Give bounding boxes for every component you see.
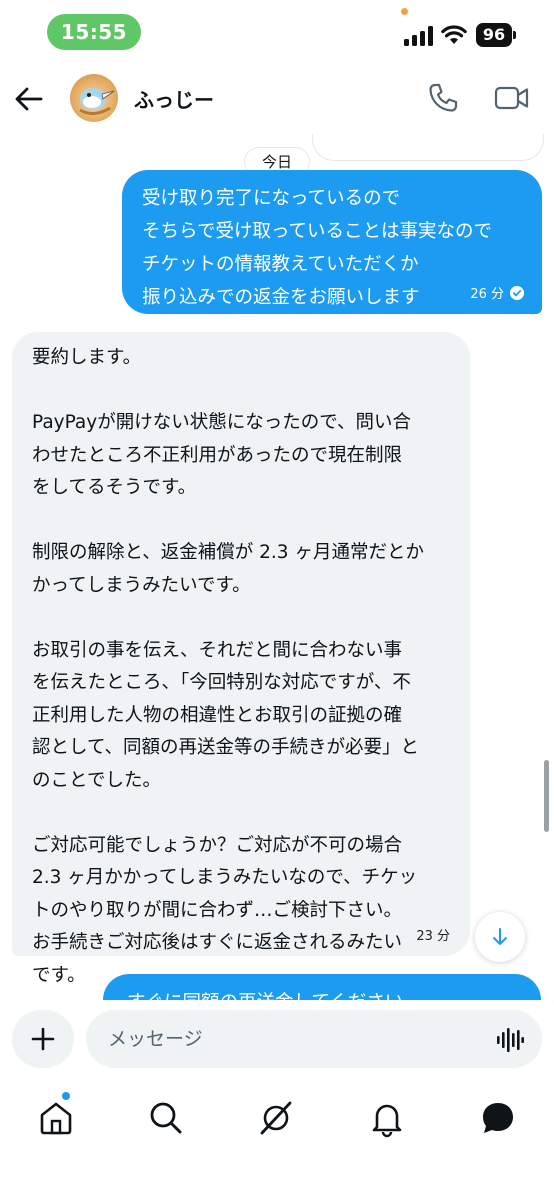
search-icon[interactable] bbox=[146, 1098, 186, 1138]
home-icon[interactable] bbox=[36, 1098, 76, 1138]
phone-icon[interactable] bbox=[427, 82, 459, 114]
message-list[interactable]: 今日 受け取り完了になっているので そちらで受け取っていることは事実なので チケ… bbox=[0, 134, 554, 1000]
message-meta: 26 分 bbox=[470, 283, 524, 302]
video-icon[interactable] bbox=[494, 83, 530, 113]
message-bubble-outgoing[interactable]: すぐに同額の再送金してください bbox=[103, 974, 541, 1000]
message-text: 要約します。 PayPayが開けない状態になったので、問い合 わせたところ不正利… bbox=[32, 347, 424, 986]
messages-icon[interactable] bbox=[478, 1098, 518, 1138]
previous-message-bubble bbox=[312, 134, 544, 161]
wifi-icon bbox=[441, 25, 467, 44]
status-bar: 15:55 96 bbox=[0, 0, 554, 64]
contact-name[interactable]: ふっじー bbox=[134, 84, 214, 113]
message-text: すぐに同額の再送金してください bbox=[127, 988, 403, 1000]
privacy-indicator-dot bbox=[401, 8, 408, 15]
message-time: 26 分 bbox=[470, 287, 504, 302]
avatar[interactable] bbox=[70, 74, 118, 122]
voice-icon[interactable] bbox=[496, 1027, 524, 1053]
back-arrow-icon[interactable] bbox=[14, 84, 44, 114]
scroll-to-bottom-button[interactable] bbox=[475, 912, 525, 962]
signal-icon bbox=[404, 26, 433, 46]
add-attachment-button[interactable] bbox=[12, 1010, 74, 1068]
plus-icon bbox=[31, 1027, 55, 1051]
notifications-icon[interactable] bbox=[367, 1098, 407, 1138]
read-check-icon bbox=[510, 285, 524, 300]
message-bubble-incoming[interactable]: 要約します。 PayPayが開けない状態になったので、問い合 わせたところ不正利… bbox=[12, 332, 470, 986]
message-time: 23 分 bbox=[416, 929, 450, 944]
arrow-down-icon bbox=[493, 928, 507, 945]
message-input[interactable] bbox=[86, 1010, 542, 1068]
conversation-header: ふっじー bbox=[0, 64, 554, 134]
message-composer bbox=[0, 1000, 554, 1080]
bird-avatar-icon bbox=[79, 88, 115, 115]
battery-level: 96 bbox=[476, 23, 512, 47]
message-bubble-outgoing[interactable]: 受け取り完了になっているので そちらで受け取っていることは事実なので チケットの… bbox=[122, 170, 542, 314]
grok-icon[interactable] bbox=[256, 1098, 296, 1138]
status-time: 15:55 bbox=[47, 14, 141, 50]
bottom-navigation bbox=[0, 1080, 554, 1200]
battery-tip bbox=[513, 31, 516, 39]
home-notification-dot bbox=[62, 1092, 70, 1100]
scrollbar[interactable] bbox=[544, 760, 549, 832]
